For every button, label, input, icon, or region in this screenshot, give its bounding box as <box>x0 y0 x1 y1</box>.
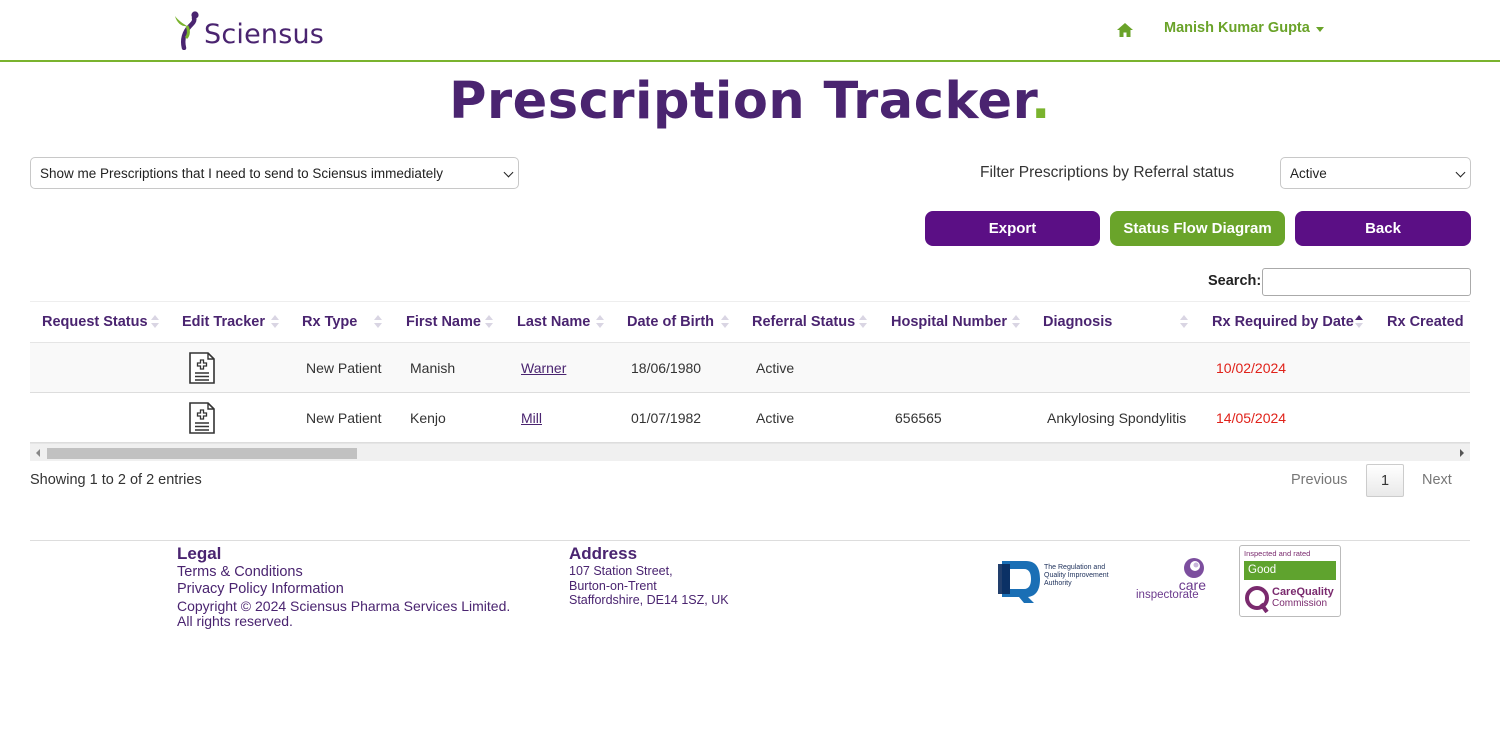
back-button[interactable]: Back <box>1295 211 1471 246</box>
table-header: Request Status Edit Tracker Rx Type Firs… <box>30 301 1470 343</box>
referral-status-value: Active <box>1290 165 1327 181</box>
export-button[interactable]: Export <box>925 211 1100 246</box>
scroll-left-icon[interactable] <box>36 449 40 457</box>
cqc-name-line: CareQuality <box>1272 586 1334 598</box>
footer-divider <box>30 540 1470 541</box>
horizontal-scrollbar[interactable] <box>30 443 1470 461</box>
sort-icon[interactable] <box>485 315 493 329</box>
sort-icon[interactable] <box>1180 315 1188 329</box>
cell-referral-status: Active <box>756 410 795 426</box>
user-menu[interactable]: Manish Kumar Gupta <box>1164 20 1324 36</box>
view-select-value: Show me Prescriptions that I need to sen… <box>40 165 443 181</box>
sciensus-logo[interactable]: Sciensus <box>172 8 324 50</box>
prescriptions-table: Request Status Edit Tracker Rx Type Firs… <box>30 301 1470 461</box>
cqc-rating-badge[interactable]: Inspected and rated Good CareQuality Com… <box>1239 545 1341 617</box>
terms-link[interactable]: Terms & Conditions <box>177 564 303 580</box>
cell-rx-type: New Patient <box>306 360 382 376</box>
care-inspectorate-logo[interactable]: care inspectorate <box>1136 556 1208 604</box>
cell-first-name: Kenjo <box>410 410 446 426</box>
sort-ascending-icon[interactable] <box>1355 315 1363 329</box>
cell-diagnosis: Ankylosing Spondylitis <box>1047 410 1187 426</box>
caret-down-icon <box>1315 26 1324 32</box>
search-label: Search: <box>1208 273 1262 289</box>
cqc-inspected-text: Inspected and rated <box>1244 549 1311 558</box>
cqc-rating: Good <box>1244 561 1336 580</box>
privacy-link[interactable]: Privacy Policy Information <box>177 581 344 597</box>
col-edit-tracker[interactable]: Edit Tracker <box>182 314 265 330</box>
cell-date-of-birth: 18/06/1980 <box>631 360 702 376</box>
copyright-text: Copyright © 2024 Sciensus Pharma Service… <box>177 598 511 614</box>
sort-icon[interactable] <box>1012 315 1020 329</box>
scrollbar-thumb[interactable] <box>47 448 357 459</box>
address-line: 107 Station Street, <box>569 564 673 578</box>
rqia-text-line: Authority <box>1044 580 1072 587</box>
cell-hospital-number: 656565 <box>895 410 942 426</box>
cell-last-name-link[interactable]: Mill <box>521 410 542 426</box>
sort-icon[interactable] <box>721 315 729 329</box>
col-diagnosis[interactable]: Diagnosis <box>1043 314 1112 330</box>
rqia-text-line: Quality Improvement <box>1044 572 1109 579</box>
inspectorate-word: inspectorate <box>1136 589 1199 601</box>
col-date-of-birth[interactable]: Date of Birth <box>627 314 714 330</box>
filter-label: Filter Prescriptions by Referral status <box>980 164 1235 181</box>
chevron-down-icon <box>503 167 514 178</box>
page-title-text: Prescription Tracker <box>449 72 1031 131</box>
user-name: Manish Kumar Gupta <box>1164 20 1310 36</box>
scroll-right-icon[interactable] <box>1460 449 1464 457</box>
cell-first-name: Manish <box>410 360 456 376</box>
sort-icon[interactable] <box>596 315 604 329</box>
cell-referral-status: Active <box>756 360 795 376</box>
col-first-name[interactable]: First Name <box>406 314 481 330</box>
rights-text: All rights reserved. <box>177 613 293 629</box>
rqia-text-line: The Regulation and <box>1044 564 1106 571</box>
home-icon[interactable] <box>1116 22 1134 38</box>
cell-rx-type: New Patient <box>306 410 382 426</box>
table-info: Showing 1 to 2 of 2 entries <box>30 472 202 488</box>
sciensus-logo-icon <box>175 11 199 50</box>
col-referral-status[interactable]: Referral Status <box>752 314 855 330</box>
brand-name: Sciensus <box>204 19 325 50</box>
sort-icon[interactable] <box>859 315 867 329</box>
col-last-name[interactable]: Last Name <box>517 314 590 330</box>
col-rx-required-by-date[interactable]: Rx Required by Date <box>1212 314 1354 330</box>
status-flow-diagram-button[interactable]: Status Flow Diagram <box>1110 211 1285 246</box>
rqia-logo-icon <box>998 561 1040 603</box>
pagination-previous[interactable]: Previous <box>1291 472 1347 488</box>
cell-last-name-link[interactable]: Warner <box>521 360 566 376</box>
chevron-down-icon <box>1455 167 1466 178</box>
sort-icon[interactable] <box>271 315 279 329</box>
cell-rx-required-by-date: 10/02/2024 <box>1216 360 1287 376</box>
sort-icon[interactable] <box>151 315 159 329</box>
search-input[interactable] <box>1262 268 1471 296</box>
pagination-page-1[interactable]: 1 <box>1366 464 1404 497</box>
address-block: 107 Station Street, Burton-on-Trent Staf… <box>569 564 729 608</box>
view-select[interactable]: Show me Prescriptions that I need to sen… <box>30 157 519 189</box>
col-hospital-number[interactable]: Hospital Number <box>891 314 1007 330</box>
address-line: Burton-on-Trent <box>569 578 657 593</box>
cell-rx-required-by-date: 14/05/2024 <box>1216 410 1287 426</box>
top-header: Sciensus Manish Kumar Gupta <box>0 0 1500 62</box>
address-heading: Address <box>569 544 638 563</box>
cqc-logo-icon <box>1245 586 1269 613</box>
page-title: Prescription Tracker. <box>0 72 1500 131</box>
cqc-name-line: Commission <box>1272 598 1328 609</box>
edit-tracker-document-icon[interactable] <box>188 402 216 434</box>
sort-icon[interactable] <box>374 315 382 329</box>
cell-date-of-birth: 01/07/1982 <box>631 410 702 426</box>
rqia-logo[interactable]: The Regulation and Quality Improvement A… <box>996 558 1120 604</box>
title-dot: . <box>1030 72 1051 131</box>
address-line: Staffordshire, DE14 1SZ, UK <box>569 593 729 607</box>
table-row: New Patient Manish Warner 18/06/1980 Act… <box>30 343 1470 393</box>
col-rx-created[interactable]: Rx Created <box>1387 314 1464 330</box>
pagination-next[interactable]: Next <box>1422 472 1452 488</box>
table-row: New Patient Kenjo Mill 01/07/1982 Active… <box>30 393 1470 443</box>
edit-tracker-document-icon[interactable] <box>188 352 216 384</box>
col-request-status[interactable]: Request Status <box>42 314 148 330</box>
legal-heading: Legal <box>177 544 222 563</box>
col-rx-type[interactable]: Rx Type <box>302 314 357 330</box>
referral-status-select[interactable]: Active <box>1280 157 1471 189</box>
